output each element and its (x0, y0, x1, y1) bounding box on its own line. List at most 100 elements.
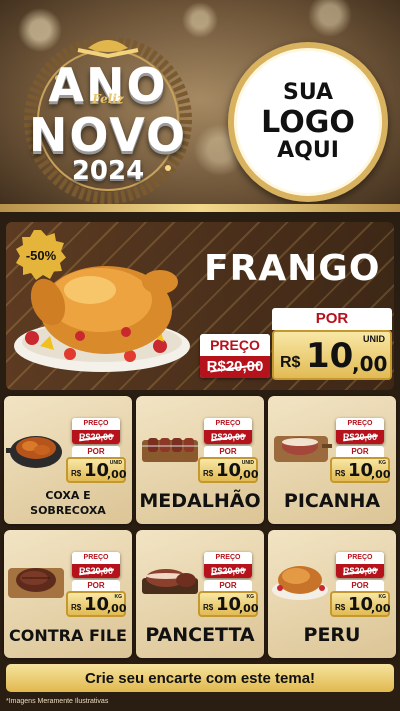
price-currency: R$ (71, 603, 82, 612)
price-integer: 10 (306, 336, 354, 376)
price-cents: ,00 (352, 352, 388, 376)
new-price-tag: POR UNID R$ 10 ,00 (272, 308, 392, 382)
por-label: POR (72, 580, 120, 591)
por-label: POR (336, 580, 384, 591)
product-name: COXA E SOBRECOXA (30, 489, 106, 517)
logo-line-3: AQUI (277, 137, 339, 163)
old-price-tag: PREÇO R$20,00 (204, 552, 252, 578)
price-cents: ,00 (107, 602, 127, 615)
turkey-image (272, 566, 328, 600)
preco-label: PREÇO (72, 418, 120, 430)
old-price: R$20,00 (72, 430, 120, 444)
product-name: PERU (303, 624, 361, 646)
price-unit: UNID (363, 334, 385, 344)
price-currency: R$ (335, 603, 346, 612)
old-price-tag: PREÇO R$20,00 (72, 418, 120, 444)
old-price: R$20,00 (204, 430, 252, 444)
price-integer: 10 (348, 460, 374, 481)
new-price-tag: POR KG R$ 10 ,00 (66, 580, 127, 618)
logo-line-1: SUA (282, 80, 334, 106)
price-currency: R$ (203, 603, 214, 612)
old-price-tag: PREÇO R$20,00 (204, 418, 252, 444)
pancetta-image (142, 569, 198, 594)
product-card: PREÇO R$20,00 POR KG R$ 10 ,00 PICANHA (268, 396, 396, 524)
medallion-skewers-image (142, 438, 200, 462)
preco-label: PREÇO (72, 552, 120, 564)
new-price-tag: POR KG R$ 10 ,00 (330, 580, 391, 618)
old-price: R$20,00 (204, 564, 252, 578)
cta-text: Crie seu encarte com este tema! (84, 669, 316, 687)
featured-product-name: FRANGO (204, 248, 381, 289)
product-card: PREÇO R$20,00 POR KG R$ 10 ,00 PANCETTA (136, 530, 264, 658)
price-currency: R$ (280, 354, 301, 371)
product-card: PREÇO R$20,00 POR UNID R$ 10 ,00 COXA E … (4, 396, 132, 524)
logo-line-2: LOGO (261, 104, 355, 140)
price-cents: ,00 (239, 602, 259, 615)
price-integer: 10 (84, 460, 110, 481)
price-unit: UNID (109, 460, 122, 466)
por-label: POR (72, 446, 120, 457)
price-integer: 10 (216, 594, 242, 615)
price-box: KG R$ 10 ,00 (330, 591, 391, 617)
price-cents: ,00 (371, 602, 391, 615)
preco-label: PREÇO (204, 418, 252, 430)
price-box: UNID R$ 10 ,00 (66, 457, 127, 483)
new-year-emblem: ANO Feliz NOVO 2024 (18, 38, 198, 208)
logo-placeholder: SUA LOGO AQUI (228, 42, 388, 202)
price-integer: 10 (348, 594, 374, 615)
old-price-tag: PREÇO R$20,00 (336, 418, 384, 444)
product-name: PANCETTA (145, 624, 255, 646)
price-unit: UNID (241, 460, 254, 466)
old-price-tag: PREÇO R$20,00 (72, 552, 120, 578)
poster: ANO Feliz NOVO 2024 SUA LOGO AQUI -50% F… (0, 0, 400, 711)
new-price-tag: POR KG R$ 10 ,00 (198, 580, 259, 618)
price-box: UNID R$ 10 ,00 (198, 457, 259, 483)
emblem-novo-text: NOVO (28, 108, 188, 162)
price-unit: KG (246, 594, 255, 600)
price-currency: R$ (71, 469, 82, 478)
old-price-tag: PREÇO R$20,00 (200, 334, 270, 378)
price-unit: KG (378, 594, 387, 600)
product-name: CONTRA FILE (9, 626, 127, 645)
old-price: R$20,00 (336, 430, 384, 444)
price-integer: 10 (84, 594, 110, 615)
new-price-tag: POR UNID R$ 10 ,00 (198, 446, 259, 484)
old-price: R$20,00 (336, 564, 384, 578)
price-box: KG R$ 10 ,00 (198, 591, 259, 617)
price-cents: ,00 (371, 468, 391, 481)
header-banner: ANO Feliz NOVO 2024 SUA LOGO AQUI (0, 0, 400, 212)
old-price-tag: PREÇO R$20,00 (336, 552, 384, 578)
new-price-tag: POR UNID R$ 10 ,00 (66, 446, 127, 484)
price-unit: KG (114, 594, 123, 600)
chicken-thighs-image (6, 436, 62, 468)
preco-label: PREÇO (336, 418, 384, 430)
new-price-tag: POR KG R$ 10 ,00 (330, 446, 391, 484)
preco-label: PREÇO (204, 552, 252, 564)
por-label: POR (272, 308, 392, 330)
cta-banner[interactable]: Crie seu encarte com este tema! (6, 664, 394, 692)
old-price: R$20,00 (200, 356, 270, 378)
price-box: KG R$ 10 ,00 (330, 457, 391, 483)
picanha-image (274, 436, 332, 462)
price-box: KG R$ 10 ,00 (66, 591, 127, 617)
old-price: R$20,00 (72, 564, 120, 578)
price-integer: 10 (216, 460, 242, 481)
price-cents: ,00 (107, 468, 127, 481)
price-currency: R$ (335, 469, 346, 478)
product-card: PREÇO R$20,00 POR KG R$ 10 ,00 PERU (268, 530, 396, 658)
preco-label: PREÇO (336, 552, 384, 564)
por-label: POR (204, 580, 252, 591)
price-box: UNID R$ 10 ,00 (272, 330, 392, 380)
product-name: PICANHA (283, 490, 381, 512)
emblem-feliz-text: Feliz (92, 92, 124, 106)
emblem-year-text: 2024 (71, 156, 145, 186)
contra-file-image (8, 568, 64, 598)
featured-product: -50% FRANGO PREÇO R$20,00 POR UNID R$ 10… (6, 222, 394, 390)
price-cents: ,00 (239, 468, 259, 481)
preco-label: PREÇO (200, 334, 270, 356)
product-card: PREÇO R$20,00 POR KG R$ 10 ,00 CONTRA FI… (4, 530, 132, 658)
product-card: PREÇO R$20,00 POR UNID R$ 10 ,00 MEDALHÃ… (136, 396, 264, 524)
product-name: MEDALHÃO (139, 490, 261, 512)
por-label: POR (336, 446, 384, 457)
price-unit: KG (378, 460, 387, 466)
